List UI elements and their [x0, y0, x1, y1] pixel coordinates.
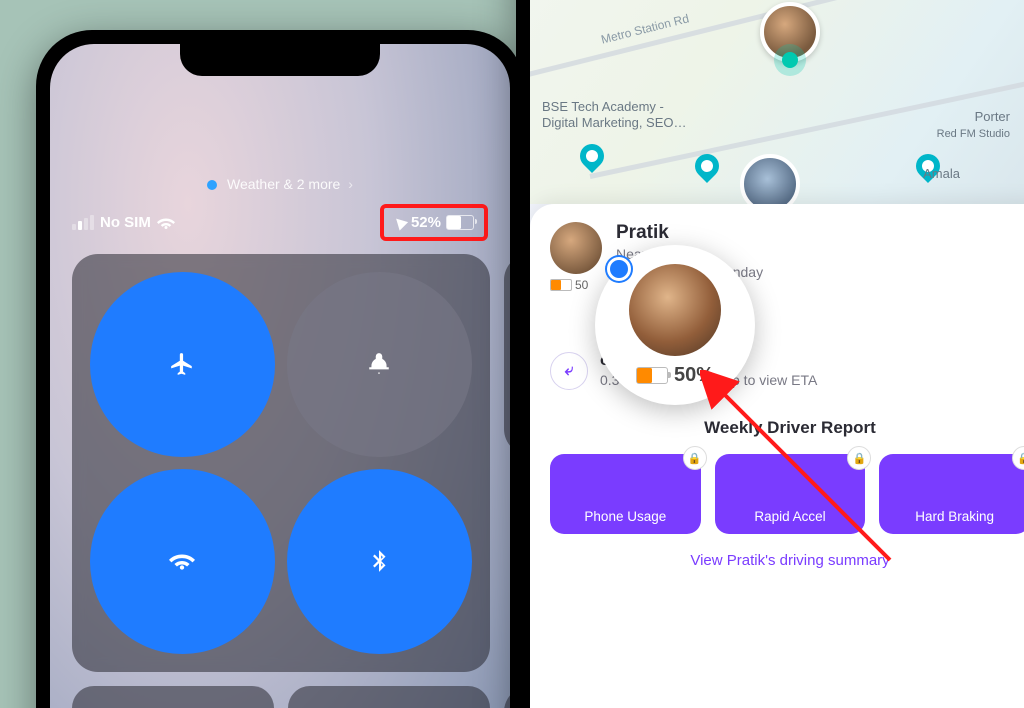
map-road-label: Metro Station Rd: [600, 11, 691, 46]
avatar-column: 50: [550, 222, 602, 296]
route-icon[interactable]: ⤶: [550, 352, 588, 390]
report-heading: Weekly Driver Report: [550, 418, 1024, 438]
battery-pct: 52%: [411, 214, 441, 231]
driving-summary-link[interactable]: View Pratik's driving summary: [550, 552, 1024, 569]
battery-icon: [550, 279, 572, 291]
tile-row-1: [72, 686, 490, 708]
report-card-hard-braking[interactable]: 🔒Hard Braking: [879, 454, 1024, 534]
notch: [180, 44, 380, 76]
map-poi-label: BSE Tech Academy -Digital Marketing, SEO…: [542, 99, 687, 132]
person-battery-chip: 50: [550, 278, 588, 292]
status-bar: No SIM 52%: [72, 204, 488, 241]
orientation-lock-toggle[interactable]: [72, 686, 274, 708]
battery-icon: [446, 215, 474, 230]
control-center-grid: Not Playing: [72, 254, 488, 708]
media-module[interactable]: Not Playing: [504, 254, 510, 455]
map-pin-icon[interactable]: [575, 139, 609, 173]
more-apps-label: Weather & 2 more: [227, 176, 340, 192]
report-cards: 🔒Phone Usage 🔒Rapid Accel 🔒Hard Braking: [550, 454, 1024, 534]
person-avatar: [550, 222, 602, 274]
lock-icon: 🔒: [847, 446, 871, 470]
callout-avatar: [629, 264, 721, 356]
report-card-rapid-accel[interactable]: 🔒Rapid Accel: [715, 454, 866, 534]
airplane-mode-toggle[interactable]: [90, 272, 275, 457]
status-left: No SIM: [72, 214, 175, 232]
right-phone: Metro Station Rd BSE Tech Academy -Digit…: [516, 0, 1024, 708]
battery-icon: [636, 367, 668, 384]
map-poi-label: PorterRed FM Studio: [937, 109, 1010, 142]
wifi-icon: [157, 214, 175, 232]
tracking-dot-icon: [607, 257, 631, 281]
screen-mirroring-button[interactable]: [288, 686, 490, 708]
callout-battery: 50%: [636, 364, 714, 387]
location-arrow-icon: [392, 214, 408, 230]
lock-icon: 🔒: [683, 446, 707, 470]
map-view[interactable]: Metro Station Rd BSE Tech Academy -Digit…: [530, 0, 1024, 204]
ios-control-center: Weather & 2 more › No SIM 52%: [50, 44, 510, 708]
cellular-data-toggle[interactable]: [287, 272, 472, 457]
connectivity-module[interactable]: [72, 254, 490, 672]
report-card-phone-usage[interactable]: 🔒Phone Usage: [550, 454, 701, 534]
more-apps-indicator[interactable]: Weather & 2 more ›: [50, 176, 510, 192]
battery-highlight-box: 52%: [380, 204, 488, 241]
map-location-pulse-icon: [782, 52, 798, 68]
bluetooth-toggle[interactable]: [287, 469, 472, 654]
lock-icon: 🔒: [1012, 446, 1024, 470]
location-dot-icon: [207, 180, 217, 190]
carrier-label: No SIM: [100, 214, 151, 231]
callout-battery-pct: 50%: [674, 364, 714, 387]
left-phone: Weather & 2 more › No SIM 52%: [36, 30, 524, 708]
person-name: Pratik: [616, 222, 1024, 244]
wifi-toggle[interactable]: [90, 469, 275, 654]
chevron-right-icon: ›: [348, 176, 353, 192]
map-poi-label: Amala: [923, 166, 960, 182]
brightness-slider[interactable]: [504, 686, 510, 708]
cell-signal-icon: [72, 215, 94, 230]
battery-callout-bubble: 50%: [595, 245, 755, 405]
bottom-sheet[interactable]: 50 Pratik Near C 85 Since 2:10 pm, Monda…: [530, 204, 1024, 708]
